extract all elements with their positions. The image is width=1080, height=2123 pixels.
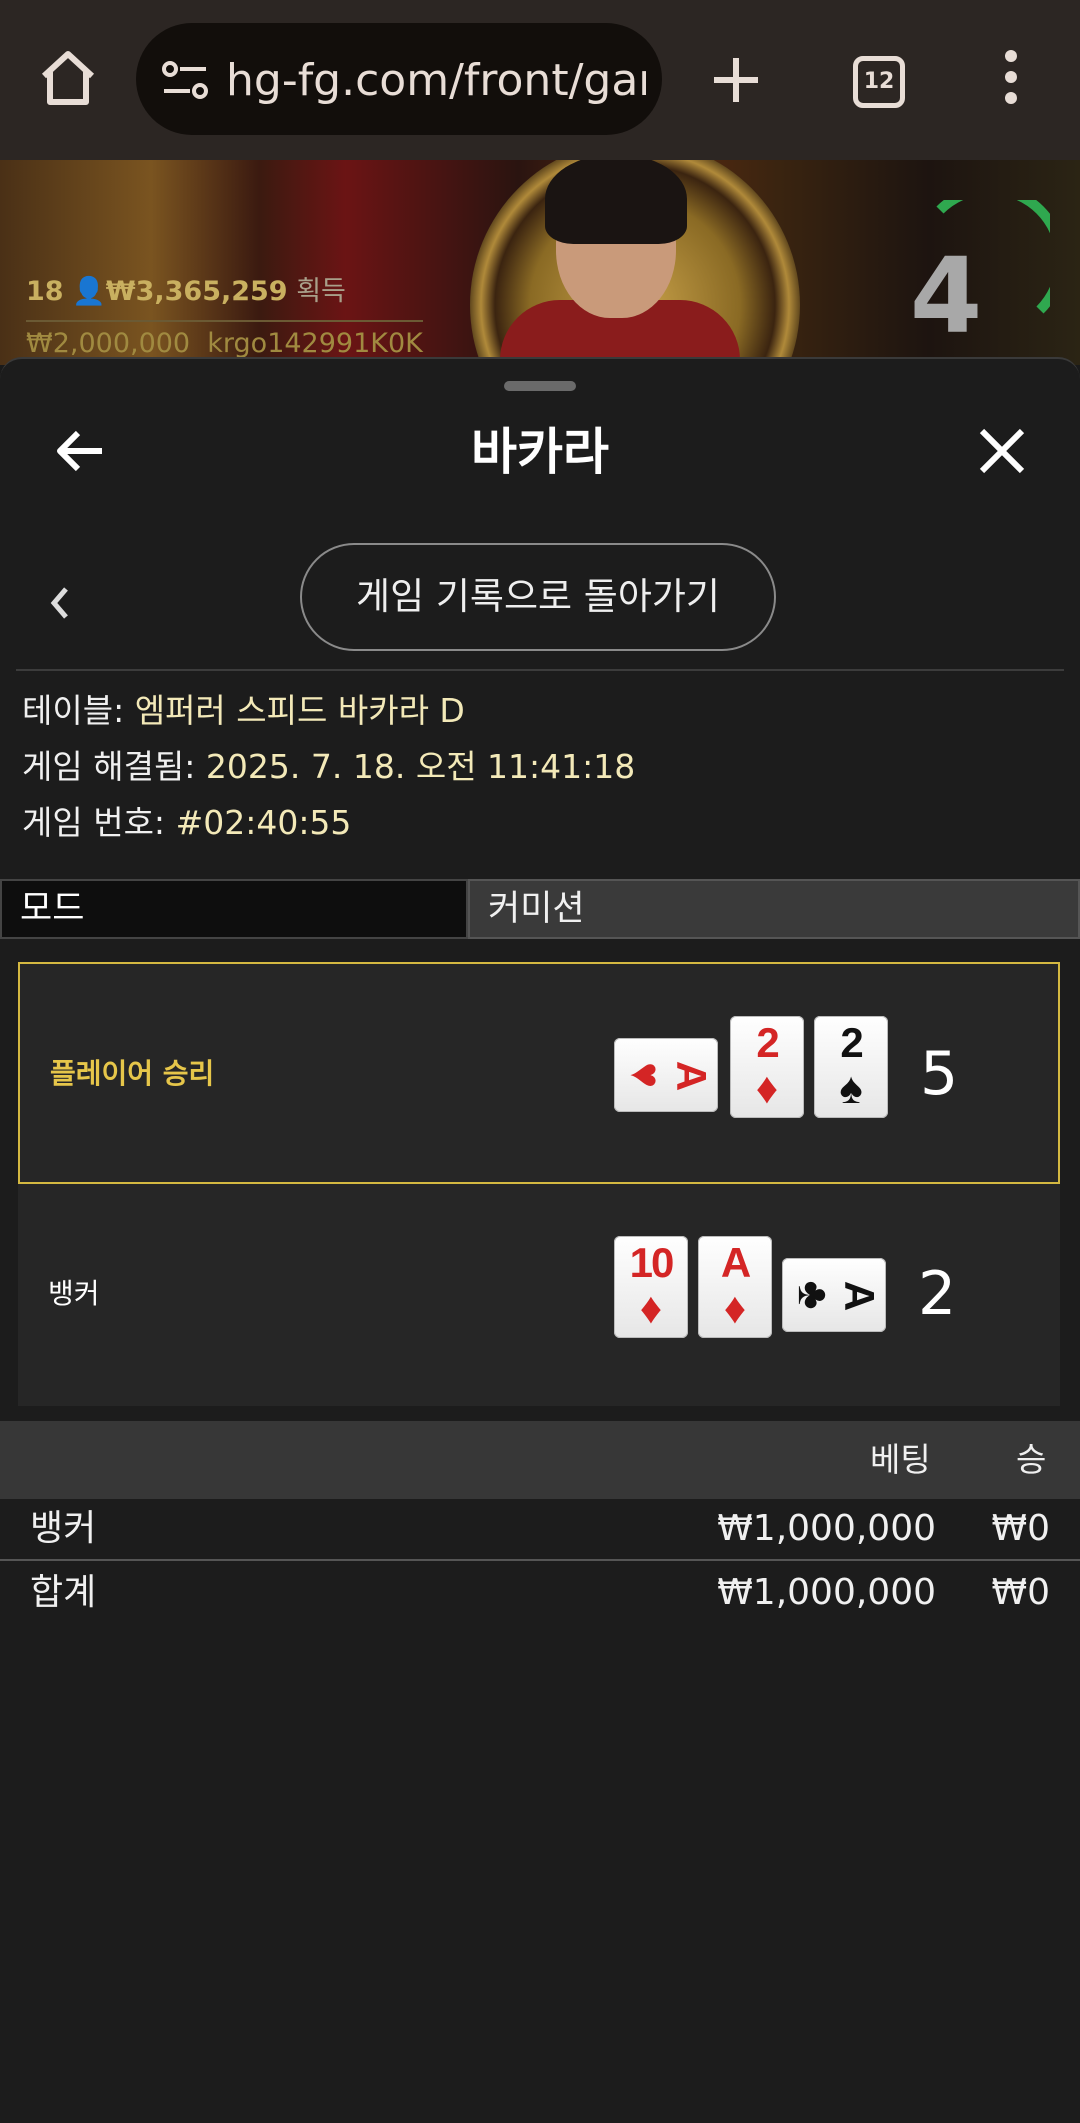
player-hand: 플레이어 승리 A ♥ 2 ♦ 2 ♠ 5 [18,962,1060,1184]
player-total: 5 [920,1039,959,1109]
banker-hand-label: 뱅커 [48,1277,100,1310]
card-rank: A [668,1060,715,1090]
playing-card: A ♣ [782,1258,886,1332]
row-divider [0,1559,1080,1561]
bets-table-header: 베팅 승 [0,1421,1080,1499]
total-bet: ₩1,000,000 [717,1572,936,1613]
banker-total: 2 [918,1259,957,1329]
table-stats: 18 👤₩3,365,259 획득 [26,270,346,314]
game-number-info: 게임 번호: #02:40:55 [22,795,351,851]
card-suit: ♠ [839,1064,863,1113]
more-menu-icon[interactable] [996,50,1026,110]
card-rank: A [836,1280,883,1310]
site-settings-icon[interactable] [160,59,212,101]
new-tab-icon[interactable] [704,48,768,112]
mode-row: 모드 커미션 [0,879,1080,941]
total-won-suffix: 획득 [296,276,346,307]
banker-hand: 뱅커 10 ♦ A ♦ A ♣ 2 [18,1184,1060,1406]
username: krgo142991K0K [207,328,423,359]
total-won: ₩3,365,259 [105,276,288,307]
tab-switcher-button[interactable]: 12 [853,56,905,108]
card-rank: 2 [840,1019,863,1066]
table-row: 뱅커 ₩1,000,000 ₩0 [0,1499,1080,1559]
table-info: 테이블: 엠퍼러 스피드 바카라 D [22,683,465,739]
bet-amount: ₩1,000,000 [717,1508,936,1549]
card-suit: ♥ [621,1061,670,1089]
card-suit: ♣ [789,1280,838,1310]
home-icon[interactable] [36,46,100,110]
table-row: 합계 ₩1,000,000 ₩0 [0,1563,1080,1623]
card-rank: A [720,1239,751,1286]
resolved-info: 게임 해결됨: 2025. 7. 18. 오전 11:41:18 [22,739,635,795]
card-rank: 10 [629,1239,675,1286]
resolved-value: 2025. 7. 18. 오전 11:41:18 [205,747,636,786]
total-win: ₩0 [991,1572,1051,1613]
playing-card: A ♥ [614,1038,718,1112]
dealer-hair [545,160,687,244]
close-icon[interactable] [974,423,1030,479]
game-number-label: 게임 번호: [22,803,166,842]
back-arrow-icon[interactable] [52,423,108,479]
playing-card: A ♦ [698,1236,772,1338]
mode-value: 커미션 [468,879,1080,939]
win-amount: ₩0 [991,1508,1051,1549]
sheet-title: 바카라 [471,423,609,481]
mode-label: 모드 [0,879,468,939]
chevron-left-icon[interactable] [44,581,76,625]
address-bar[interactable]: hg-fg.com/front/gam [136,23,662,135]
player-hand-label: 플레이어 승리 [50,1057,215,1090]
browser-toolbar: hg-fg.com/front/gam 12 [0,0,1080,160]
card-suit: ♦ [755,1064,779,1113]
live-video-stream: 18 👤₩3,365,259 획득 ₩2,000,000 krgo142991K… [0,160,1080,365]
card-suit: ♦ [639,1284,663,1333]
drag-handle[interactable] [504,381,576,391]
card-suit: ♦ [723,1284,747,1333]
countdown-timer: 4 [909,235,983,357]
bet-name: 뱅커 [30,1508,97,1549]
url-text[interactable]: hg-fg.com/front/gam [226,51,646,111]
game-detail-sheet: 바카라 게임 기록으로 돌아가기 테이블: 엠퍼러 스피드 바카라 D 게임 해… [0,357,1080,2123]
person-icon: 👤 [72,276,106,307]
card-rank: 2 [756,1019,779,1066]
playing-card: 2 ♦ [730,1016,804,1118]
divider [16,669,1064,671]
resolved-label: 게임 해결됨: [22,747,196,786]
player-count: 18 [26,276,64,307]
playing-card: 2 ♠ [814,1016,888,1118]
game-number-value: #02:40:55 [175,803,352,842]
table-label: 테이블: [22,691,125,730]
playing-card: 10 ♦ [614,1236,688,1338]
total-label: 합계 [30,1572,97,1613]
back-to-history-button[interactable]: 게임 기록으로 돌아가기 [300,543,776,651]
balance: ₩2,000,000 [26,328,191,359]
win-column-header: 승 [1016,1440,1047,1479]
bet-column-header: 베팅 [870,1440,931,1479]
table-value: 엠퍼러 스피드 바카라 D [134,691,465,730]
